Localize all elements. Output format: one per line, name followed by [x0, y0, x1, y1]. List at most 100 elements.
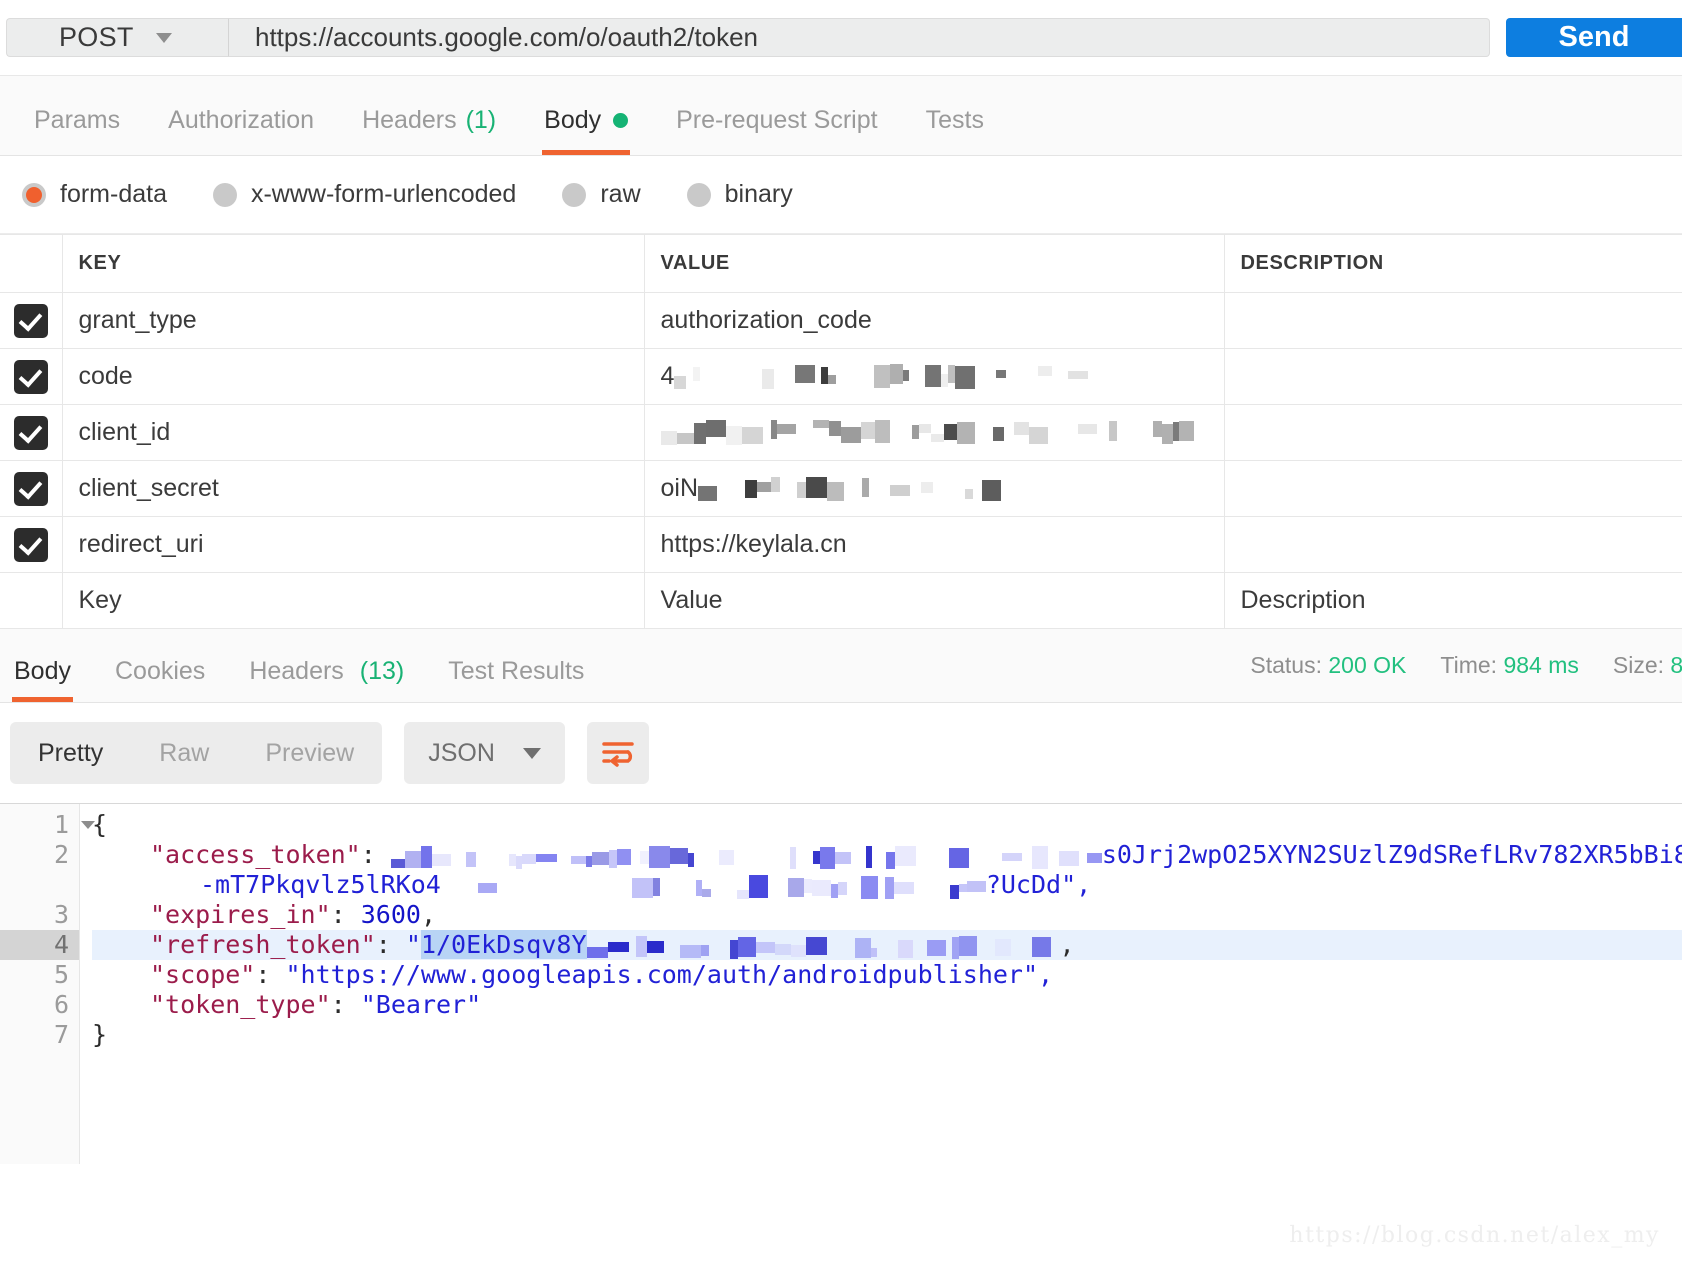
- row-checkbox-checked-icon[interactable]: [13, 303, 48, 338]
- header-value: VALUE: [643, 234, 1225, 293]
- watermark: https://blog.csdn.net/alex_my: [1289, 1223, 1660, 1248]
- json-code-content[interactable]: { "access_token": s0Jrj2wpO25XYN2SUzlZ9d…: [80, 804, 1682, 1164]
- row-key[interactable]: redirect_uri: [61, 516, 645, 573]
- code-line-2: "access_token": s0Jrj2wpO25XYN2SUzlZ9dSR…: [92, 840, 1682, 870]
- http-method-selector[interactable]: POST: [6, 18, 228, 57]
- request-tab-bar: Params Authorization Headers (1) Body Pr…: [0, 76, 1682, 156]
- row-checkbox-checked-icon[interactable]: [13, 359, 48, 394]
- header-checkbox-col: [0, 234, 63, 293]
- tab-authorization-label: Authorization: [168, 106, 315, 134]
- code-comma: ,: [420, 900, 437, 929]
- response-tab-bar: Body Cookies Headers (13) Test Results: [0, 629, 606, 702]
- table-row[interactable]: code 4: [0, 348, 1682, 405]
- row-description[interactable]: [1223, 516, 1682, 573]
- size-value: 85: [1670, 652, 1682, 678]
- form-data-table: KEY VALUE DESCRIPTION grant_type authori…: [0, 234, 1682, 629]
- row-checkbox-cell[interactable]: [0, 516, 63, 573]
- redacted-token-mosaic: [441, 870, 986, 899]
- row-value[interactable]: oiN: [643, 460, 1225, 517]
- chevron-down-icon: [522, 747, 541, 759]
- response-tab-headers-label: Headers: [249, 657, 344, 685]
- table-row[interactable]: redirect_uri https://keylala.cn: [0, 516, 1682, 573]
- view-mode-segmented-control: Pretty Raw Preview: [10, 722, 383, 784]
- json-value-expires-in: 3600: [360, 900, 421, 929]
- row-checkbox-cell[interactable]: [0, 292, 63, 349]
- code-line-3: "expires_in": 3600,: [92, 900, 1682, 930]
- status-value: 200 OK: [1328, 652, 1407, 678]
- row-value-prefix: 4: [660, 362, 675, 390]
- tab-tests[interactable]: Tests: [902, 106, 1008, 155]
- row-checkbox-cell[interactable]: [0, 348, 63, 405]
- http-method-label: POST: [59, 22, 134, 52]
- view-mode-raw[interactable]: Raw: [131, 722, 237, 784]
- word-wrap-toggle-button[interactable]: [586, 722, 649, 784]
- line-number: 1: [0, 810, 95, 840]
- row-key[interactable]: code: [61, 348, 645, 405]
- placeholder-key-input[interactable]: Key: [61, 572, 645, 629]
- line-number: 7: [53, 1020, 69, 1049]
- row-value[interactable]: [643, 404, 1225, 461]
- size-group: Size: 85: [1613, 652, 1682, 679]
- response-view-toolbar: Pretty Raw Preview JSON: [0, 703, 1682, 803]
- table-row[interactable]: client_id: [0, 404, 1682, 461]
- response-tab-test-results[interactable]: Test Results: [426, 657, 606, 702]
- tab-body[interactable]: Body: [520, 106, 652, 155]
- response-tab-headers[interactable]: Headers (13): [227, 657, 426, 702]
- placeholder-description-input[interactable]: Description: [1223, 572, 1682, 629]
- row-key[interactable]: grant_type: [61, 292, 645, 349]
- radio-binary[interactable]: binary: [686, 180, 793, 209]
- radio-form-data[interactable]: form-data: [22, 180, 167, 209]
- code-line-1: {: [92, 810, 1682, 840]
- row-checkbox-cell[interactable]: [0, 460, 63, 517]
- row-description[interactable]: [1223, 292, 1682, 349]
- row-key[interactable]: client_id: [61, 404, 645, 461]
- tab-params[interactable]: Params: [10, 106, 144, 155]
- row-key[interactable]: client_secret: [61, 460, 645, 517]
- view-mode-preview[interactable]: Preview: [237, 722, 382, 784]
- time-group: Time: 984 ms: [1440, 652, 1578, 679]
- tab-pre-request-script[interactable]: Pre-request Script: [652, 106, 901, 155]
- response-body-viewer: 1 2 3 4 5 6 7 { "access_token": s0Jrj2wp…: [0, 803, 1682, 1164]
- json-key-expires-in: "expires_in": [150, 900, 331, 929]
- radio-x-www-form-urlencoded-label: x-www-form-urlencoded: [250, 180, 517, 208]
- word-wrap-icon: [602, 742, 634, 767]
- response-format-selector[interactable]: JSON: [404, 722, 565, 784]
- row-description[interactable]: [1223, 348, 1682, 405]
- row-value[interactable]: https://keylala.cn: [643, 516, 1225, 573]
- row-checkbox-cell[interactable]: [0, 404, 63, 461]
- code-line-5: "scope": "https://www.googleapis.com/aut…: [92, 960, 1682, 990]
- radio-x-www-form-urlencoded[interactable]: x-www-form-urlencoded: [212, 180, 517, 209]
- tab-headers[interactable]: Headers (1): [338, 106, 520, 155]
- placeholder-value-input[interactable]: Value: [643, 572, 1225, 629]
- table-row[interactable]: grant_type authorization_code: [0, 292, 1682, 349]
- row-value[interactable]: 4: [643, 348, 1225, 405]
- row-value[interactable]: authorization_code: [643, 292, 1225, 349]
- row-checkbox-checked-icon[interactable]: [13, 415, 48, 450]
- response-tab-headers-count: (13): [359, 657, 405, 685]
- code-line-2-wrapped: -mT7Pkqvlz5lRKo4 ?UcDd",: [92, 870, 1682, 900]
- response-tab-cookies[interactable]: Cookies: [93, 657, 227, 702]
- code-quote: ": [405, 930, 421, 959]
- code-comma: ,: [1059, 930, 1075, 959]
- tab-authorization[interactable]: Authorization: [144, 106, 338, 155]
- radio-raw[interactable]: raw: [562, 180, 641, 209]
- response-meta: Status: 200 OK Time: 984 ms Size: 85: [1216, 652, 1682, 679]
- table-placeholder-row[interactable]: Key Value Description: [0, 572, 1682, 629]
- json-value-token-type: "Bearer": [360, 990, 482, 1019]
- send-button[interactable]: Send: [1506, 18, 1682, 57]
- tab-headers-label: Headers: [362, 106, 457, 134]
- row-checkbox-checked-icon[interactable]: [13, 471, 48, 506]
- tab-params-label: Params: [34, 106, 121, 134]
- radio-unselected-icon: [686, 182, 711, 207]
- json-key-scope: "scope": [150, 960, 256, 989]
- response-tab-body[interactable]: Body: [0, 657, 93, 702]
- view-mode-pretty[interactable]: Pretty: [10, 722, 131, 784]
- row-description[interactable]: [1223, 404, 1682, 461]
- radio-unselected-icon: [562, 182, 587, 207]
- row-description[interactable]: [1223, 460, 1682, 517]
- url-input[interactable]: https://accounts.google.com/o/oauth2/tok…: [228, 18, 1490, 57]
- row-checkbox-checked-icon[interactable]: [13, 527, 48, 562]
- response-tab-body-label: Body: [14, 657, 71, 685]
- table-row[interactable]: client_secret oiN: [0, 460, 1682, 517]
- placeholder-checkbox-cell: [0, 572, 63, 629]
